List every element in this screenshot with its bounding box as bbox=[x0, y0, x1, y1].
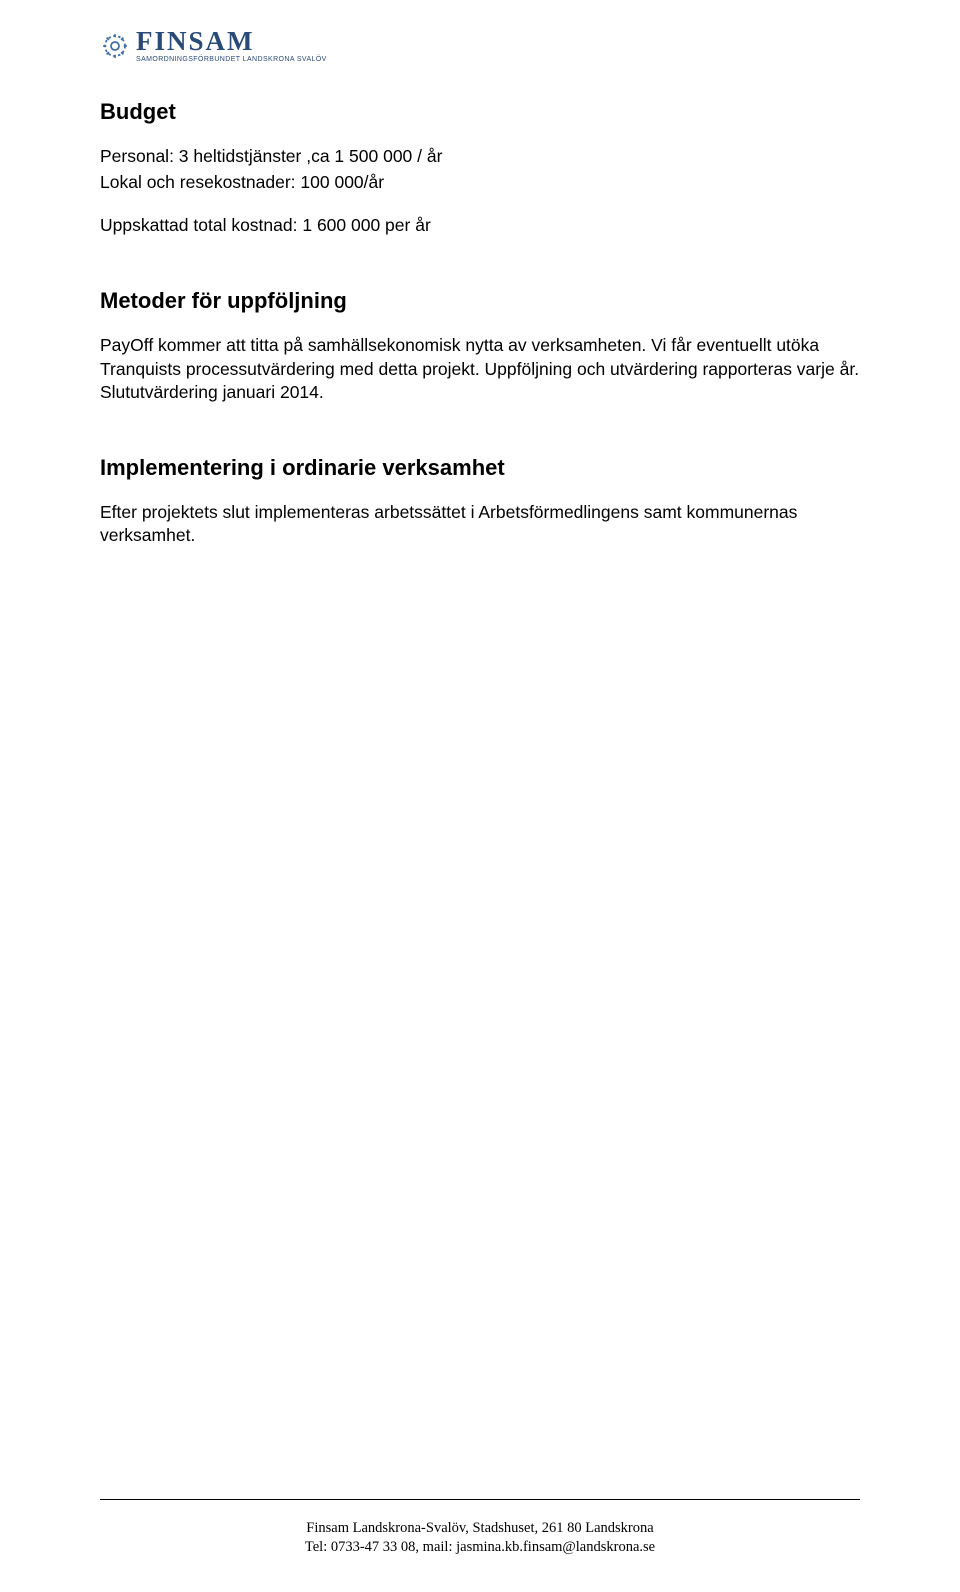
document-page: FINSAM SAMORDNINGSFÖRBUNDET LANDSKRONA S… bbox=[0, 0, 960, 1592]
logo: FINSAM SAMORDNINGSFÖRBUNDET LANDSKRONA S… bbox=[100, 28, 860, 63]
heading-budget: Budget bbox=[100, 99, 860, 125]
logo-subtitle: SAMORDNINGSFÖRBUNDET LANDSKRONA SVALÖV bbox=[136, 56, 327, 63]
logo-text: FINSAM SAMORDNINGSFÖRBUNDET LANDSKRONA S… bbox=[136, 28, 327, 63]
footer-address: Finsam Landskrona-Svalöv, Stadshuset, 26… bbox=[0, 1520, 960, 1537]
heading-methods: Metoder för uppföljning bbox=[100, 288, 860, 314]
footer-divider bbox=[100, 1499, 860, 1500]
budget-lokal: Lokal och resekostnader: 100 000/år bbox=[100, 171, 860, 195]
implementation-paragraph: Efter projektets slut implementeras arbe… bbox=[100, 501, 860, 548]
footer-contact: Tel: 0733-47 33 08, mail: jasmina.kb.fin… bbox=[0, 1539, 960, 1556]
gear-icon bbox=[100, 31, 130, 61]
budget-total: Uppskattad total kostnad: 1 600 000 per … bbox=[100, 214, 860, 238]
budget-personal: Personal: 3 heltidstjänster ,ca 1 500 00… bbox=[100, 145, 860, 169]
logo-name: FINSAM bbox=[136, 28, 327, 55]
methods-paragraph: PayOff kommer att titta på samhällsekono… bbox=[100, 334, 860, 405]
page-footer: Finsam Landskrona-Svalöv, Stadshuset, 26… bbox=[0, 1499, 960, 1558]
heading-implementation: Implementering i ordinarie verksamhet bbox=[100, 455, 860, 481]
